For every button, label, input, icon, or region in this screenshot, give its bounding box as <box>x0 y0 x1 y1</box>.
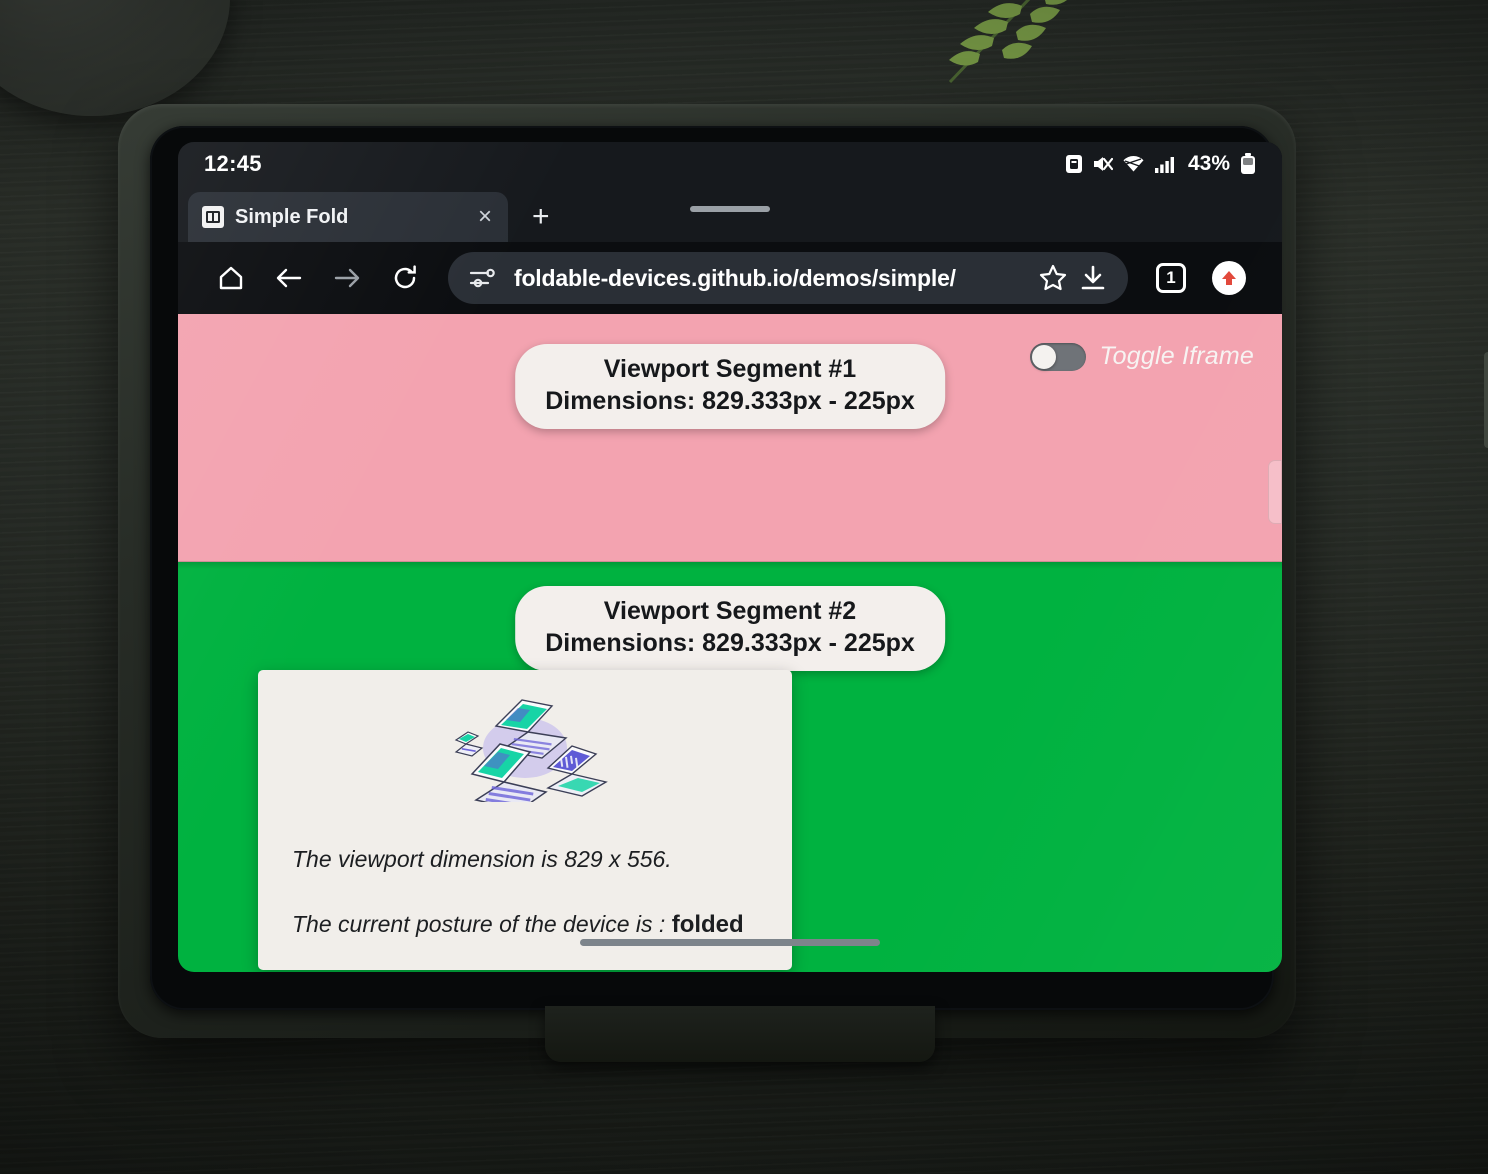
signal-icon <box>1154 157 1174 173</box>
tab-count-button[interactable]: 1 <box>1142 249 1200 307</box>
toggle-knob <box>1032 344 1057 369</box>
window-grabber-handle[interactable] <box>690 206 770 212</box>
status-battery-percent: 43% <box>1187 152 1230 175</box>
tab-close-icon[interactable]: × <box>476 205 494 229</box>
viewport-dimension-text: The viewport dimension is 829 x 556. <box>292 845 672 872</box>
reload-icon[interactable] <box>376 249 434 307</box>
toggle-iframe-switch[interactable] <box>1030 342 1087 371</box>
url-text: foldable-devices.github.io/demos/simple/ <box>514 264 956 291</box>
segment-2-title: Viewport Segment #2 <box>603 597 857 625</box>
toggle-iframe-label: Toggle Iframe <box>1099 342 1254 370</box>
device-side-button[interactable] <box>1484 352 1488 448</box>
foldable-devices-illustration-icon <box>454 699 608 802</box>
segment-1-dimensions: Dimensions: 829.333px - 225px <box>545 387 915 415</box>
back-arrow-icon[interactable] <box>260 249 318 307</box>
posture-prefix: The current posture of the device is : <box>292 911 672 938</box>
status-icon-group: 43% <box>1065 152 1256 176</box>
wifi-icon <box>1123 155 1144 172</box>
home-indicator[interactable] <box>580 939 880 946</box>
forward-arrow-icon[interactable] <box>318 249 376 307</box>
page-scrollbar-thumb[interactable] <box>1268 460 1282 524</box>
fold-favicon-icon <box>202 206 224 228</box>
posture-line: The current posture of the device is : f… <box>292 911 770 940</box>
tune-icon[interactable] <box>468 267 496 289</box>
star-icon[interactable] <box>1038 263 1068 293</box>
segment-2-dimensions: Dimensions: 829.333px - 225px <box>545 629 915 657</box>
browser-toolbar: foldable-devices.github.io/demos/simple/… <box>178 242 1282 314</box>
omnibox[interactable]: foldable-devices.github.io/demos/simple/ <box>448 252 1128 304</box>
status-bar: 12:45 43% <box>178 142 1282 186</box>
viewport-segment-1: Toggle Iframe Viewport Segment #1 Dimens… <box>178 314 1282 562</box>
device-hinge-notch <box>545 1006 935 1062</box>
info-card: The viewport dimension is 829 x 556. The… <box>258 670 792 970</box>
screen-record-icon <box>1065 155 1082 173</box>
segment-2-pill: Viewport Segment #2 Dimensions: 829.333p… <box>515 586 945 671</box>
segment-1-title: Viewport Segment #1 <box>603 355 857 383</box>
browser-tab[interactable]: Simple Fold × <box>188 192 508 242</box>
viewport-segment-2: Viewport Segment #2 Dimensions: 829.333p… <box>178 562 1282 972</box>
card-text-block: The viewport dimension is 829 x 556. The… <box>292 846 770 940</box>
new-tab-button[interactable]: + <box>532 202 550 232</box>
posture-value: folded <box>671 911 744 939</box>
download-icon[interactable] <box>1078 263 1108 293</box>
tab-count-label: 1 <box>1156 263 1186 293</box>
battery-icon <box>1241 153 1255 174</box>
update-avatar-icon <box>1212 261 1246 295</box>
mute-icon <box>1093 157 1113 171</box>
home-icon[interactable] <box>202 249 260 307</box>
page-content: Toggle Iframe Viewport Segment #1 Dimens… <box>178 314 1282 972</box>
browser-menu-button[interactable] <box>1200 249 1258 307</box>
tab-title: Simple Fold <box>235 205 349 228</box>
tab-strip: Simple Fold × + <box>178 186 1282 242</box>
omnibox-actions <box>1038 263 1108 293</box>
device-screen: 12:45 43% Simple Fold × + foldable-devic… <box>178 142 1282 972</box>
status-clock: 12:45 <box>204 151 262 176</box>
segment-1-pill: Viewport Segment #1 Dimensions: 829.333p… <box>515 344 945 429</box>
toggle-iframe-control[interactable]: Toggle Iframe <box>1030 342 1254 371</box>
